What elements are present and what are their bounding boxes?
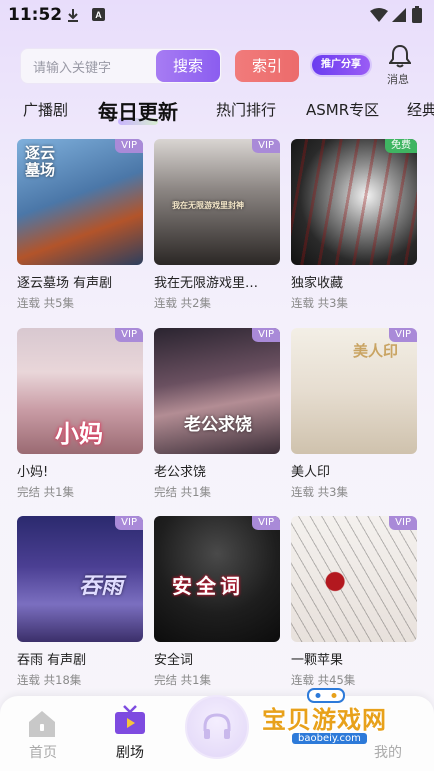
card-status: 完结 共1集 [17, 485, 74, 499]
vip-badge: VIP [252, 328, 280, 342]
status-time: 11:52 [8, 5, 63, 25]
status-bar: 11:52 A [0, 0, 434, 30]
watermark-url: baobeiy.com [292, 733, 367, 744]
cover-title: 安全词 [172, 574, 244, 598]
vip-badge: VIP [115, 328, 143, 342]
card-title: 独家收藏 [291, 276, 344, 291]
svg-text:A: A [95, 10, 102, 20]
drama-card[interactable]: 我在无限游戏里封神 VIP 我在无限游戏里… 连载 共2集 [154, 139, 280, 311]
vip-badge: VIP [115, 516, 143, 530]
watermark-text: 宝贝游戏网 [262, 706, 387, 734]
drama-card[interactable]: 安全词 VIP 安全词 完结 共1集 [154, 516, 280, 688]
nav-theater-label: 剧场 [116, 745, 144, 761]
cover-title: 小妈 [55, 420, 103, 448]
download-icon [68, 9, 78, 22]
vip-badge: VIP [389, 516, 417, 530]
card-status: 完结 共1集 [154, 673, 211, 687]
card-status: 连载 共5集 [17, 296, 74, 310]
home-icon [29, 711, 55, 737]
message-label: 消息 [387, 73, 409, 86]
signal-icon [392, 8, 406, 22]
card-status: 连载 共3集 [291, 296, 348, 310]
cover-title: 老公求饶 [184, 415, 252, 435]
cover-title: 我在无限游戏里封神 [172, 201, 244, 210]
cover-image: 美人印 VIP [291, 328, 417, 454]
app-notification-icon: A [92, 8, 105, 21]
drama-card[interactable]: 小妈 VIP 小妈! 完结 共1集 [17, 328, 143, 500]
nav-theater[interactable]: 剧场 [95, 696, 165, 771]
cover-image: 逐云 墓场 VIP [17, 139, 143, 265]
tab-asmr[interactable]: ASMR专区 [306, 99, 379, 120]
tab-radio-drama[interactable]: 广播剧 [23, 99, 68, 120]
card-status: 完结 共1集 [154, 485, 211, 499]
cover-image: 小妈 VIP [17, 328, 143, 454]
search-button[interactable]: 搜索 [156, 50, 220, 82]
category-tabs: 广播剧 每日更新 热门排行 ASMR专区 经典 [0, 96, 434, 122]
promo-share-button[interactable]: 推广分享 [312, 55, 370, 75]
bell-icon[interactable] [389, 44, 411, 68]
card-title: 逐云墓场 有声剧 [17, 276, 113, 291]
free-badge: 免费 [385, 139, 417, 153]
cover-title: 吞雨 [79, 574, 124, 599]
card-title: 安全词 [154, 653, 194, 668]
tab-classic[interactable]: 经典 [407, 99, 434, 120]
cover-image: 安全词 VIP [154, 516, 280, 642]
card-title: 吞雨 有声剧 [17, 653, 87, 668]
headphones-icon [203, 713, 231, 739]
site-watermark: 宝贝游戏网 baobeiy.com [262, 688, 427, 750]
drama-card[interactable]: 逐云 墓场 VIP 逐云墓场 有声剧 连载 共5集 [17, 139, 143, 311]
card-status: 连载 共2集 [154, 296, 211, 310]
vip-badge: VIP [115, 139, 143, 153]
nav-player[interactable] [185, 695, 249, 759]
drama-card[interactable]: 吞雨 VIP 吞雨 有声剧 连载 共18集 [17, 516, 143, 688]
drama-card[interactable]: VIP 一颗苹果 连载 共45集 [291, 516, 417, 688]
cover-title: 美人印 [353, 342, 399, 360]
nav-home[interactable]: 首页 [8, 696, 78, 771]
cover-image: 吞雨 VIP [17, 516, 143, 642]
drama-card[interactable]: 免费 独家收藏 连载 共3集 [291, 139, 417, 311]
tab-hot-ranking[interactable]: 热门排行 [216, 99, 276, 120]
index-button[interactable]: 索引 [235, 50, 299, 82]
wifi-icon [370, 8, 388, 22]
tab-daily-update[interactable]: 每日更新 [98, 96, 178, 122]
drama-card[interactable]: 老公求饶 VIP 老公求饶 完结 共1集 [154, 328, 280, 500]
card-title: 一颗苹果 [291, 653, 344, 668]
search-placeholder: 请输入关键字 [33, 61, 112, 76]
card-title: 我在无限游戏里… [154, 276, 259, 291]
vip-badge: VIP [252, 139, 280, 153]
drama-card[interactable]: 美人印 VIP 美人印 连载 共3集 [291, 328, 417, 500]
cover-image: 我在无限游戏里封神 VIP [154, 139, 280, 265]
card-title: 美人印 [291, 465, 331, 480]
cover-image: VIP [291, 516, 417, 642]
vip-badge: VIP [389, 328, 417, 342]
vip-badge: VIP [252, 516, 280, 530]
card-title: 老公求饶 [154, 465, 207, 480]
cover-image: 老公求饶 VIP [154, 328, 280, 454]
cover-image: 免费 [291, 139, 417, 265]
theater-icon [115, 705, 145, 734]
card-title: 小妈! [17, 465, 49, 480]
card-status: 连载 共18集 [17, 673, 82, 687]
nav-home-label: 首页 [29, 745, 57, 761]
cover-title: 逐云 墓场 [25, 144, 56, 179]
card-status: 连载 共3集 [291, 485, 348, 499]
battery-icon [412, 6, 422, 23]
